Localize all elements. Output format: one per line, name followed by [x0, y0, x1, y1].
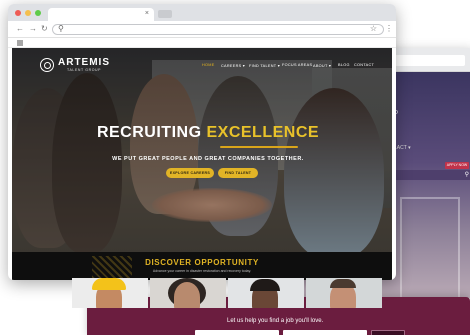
- background-window-frame: [400, 197, 460, 298]
- portrait-card[interactable]: [228, 278, 304, 308]
- portrait-card[interactable]: [150, 278, 226, 308]
- back-arrow-icon[interactable]: ←: [16, 24, 24, 34]
- nav-about[interactable]: ABOUT ▾: [313, 63, 331, 68]
- search-icon[interactable]: ⚲: [465, 171, 469, 178]
- nav-blog[interactable]: BLOG: [338, 63, 350, 67]
- screenshot-composite: O LACT ▾ APPLY NOW ⚲ Let us help you fin…: [0, 0, 470, 335]
- bookmarks-bar: [8, 38, 396, 48]
- headline-word-excellence: EXCELLENCE: [206, 124, 320, 141]
- hero-headline: RECRUITING EXCELLENCE: [78, 124, 338, 142]
- discover-subtitle: Advance your career in disaster restorat…: [152, 269, 252, 273]
- nav-contact[interactable]: CONTACT: [354, 63, 374, 67]
- maximize-window-icon[interactable]: [35, 10, 41, 16]
- browser-toolbar: ← → ↻ ⚲ ☆ ⋮: [8, 21, 396, 38]
- reload-icon[interactable]: ↻: [41, 24, 48, 34]
- logo-tagline: TALENT GROUP: [67, 68, 102, 72]
- hero-section: [12, 48, 392, 252]
- background-nav-item[interactable]: LACT ▾: [394, 145, 411, 151]
- new-tab-button[interactable]: [158, 10, 172, 18]
- search-icon: ⚲: [58, 24, 64, 33]
- background-nav-bar: ⚲: [394, 170, 470, 180]
- apply-now-button[interactable]: APPLY NOW: [445, 162, 469, 169]
- portrait-hair: [330, 279, 356, 288]
- portrait-card[interactable]: [72, 278, 148, 308]
- bookmark-star-icon[interactable]: ☆: [370, 24, 377, 33]
- hard-hat: [92, 278, 126, 290]
- address-bar[interactable]: ⚲ ☆: [52, 24, 384, 35]
- hero-overlay: [12, 48, 392, 252]
- job-search-button[interactable]: [371, 330, 405, 335]
- apps-grid-icon[interactable]: [17, 40, 23, 46]
- logo-wordmark: ARTEMIS: [58, 57, 110, 68]
- browser-menu-icon[interactable]: ⋮: [385, 24, 393, 34]
- forward-arrow-icon[interactable]: →: [29, 24, 37, 34]
- nav-find-talent[interactable]: FIND TALENT ▾: [249, 63, 280, 68]
- headline-underline: [220, 146, 298, 148]
- browser-tab[interactable]: ×: [48, 8, 154, 21]
- discover-section: DISCOVER OPPORTUNITY Advance your career…: [12, 252, 392, 280]
- hero-tagline: WE PUT GREAT PEOPLE AND GREAT COMPANIES …: [112, 156, 304, 162]
- job-keyword-input[interactable]: [195, 330, 279, 335]
- browser-titlebar: ×: [8, 4, 396, 21]
- main-browser-window: × ← → ↻ ⚲ ☆ ⋮ ARTEMIS TALENT GROUP HOME …: [8, 4, 396, 280]
- portrait-face: [174, 282, 200, 308]
- logo-emblem-icon: [40, 58, 54, 72]
- discover-title: DISCOVER OPPORTUNITY: [145, 258, 259, 267]
- tab-close-icon[interactable]: ×: [145, 9, 149, 19]
- minimize-window-icon[interactable]: [25, 10, 31, 16]
- portrait-hair: [250, 279, 280, 291]
- find-talent-button[interactable]: FIND TALENT: [218, 168, 258, 178]
- headline-word-recruiting: RECRUITING: [96, 124, 202, 141]
- job-search-heading: Let us help you find a job you'll love.: [227, 318, 324, 324]
- portrait-card[interactable]: [306, 278, 382, 308]
- close-window-icon[interactable]: [15, 10, 21, 16]
- nav-focus-areas[interactable]: FOCUS AREAS: [282, 63, 312, 67]
- nav-careers[interactable]: CAREERS ▾: [221, 63, 245, 68]
- candidate-portraits: [72, 278, 382, 308]
- explore-careers-button[interactable]: EXPLORE CAREERS: [166, 168, 214, 178]
- job-location-input[interactable]: [283, 330, 367, 335]
- nav-home[interactable]: HOME: [202, 63, 215, 67]
